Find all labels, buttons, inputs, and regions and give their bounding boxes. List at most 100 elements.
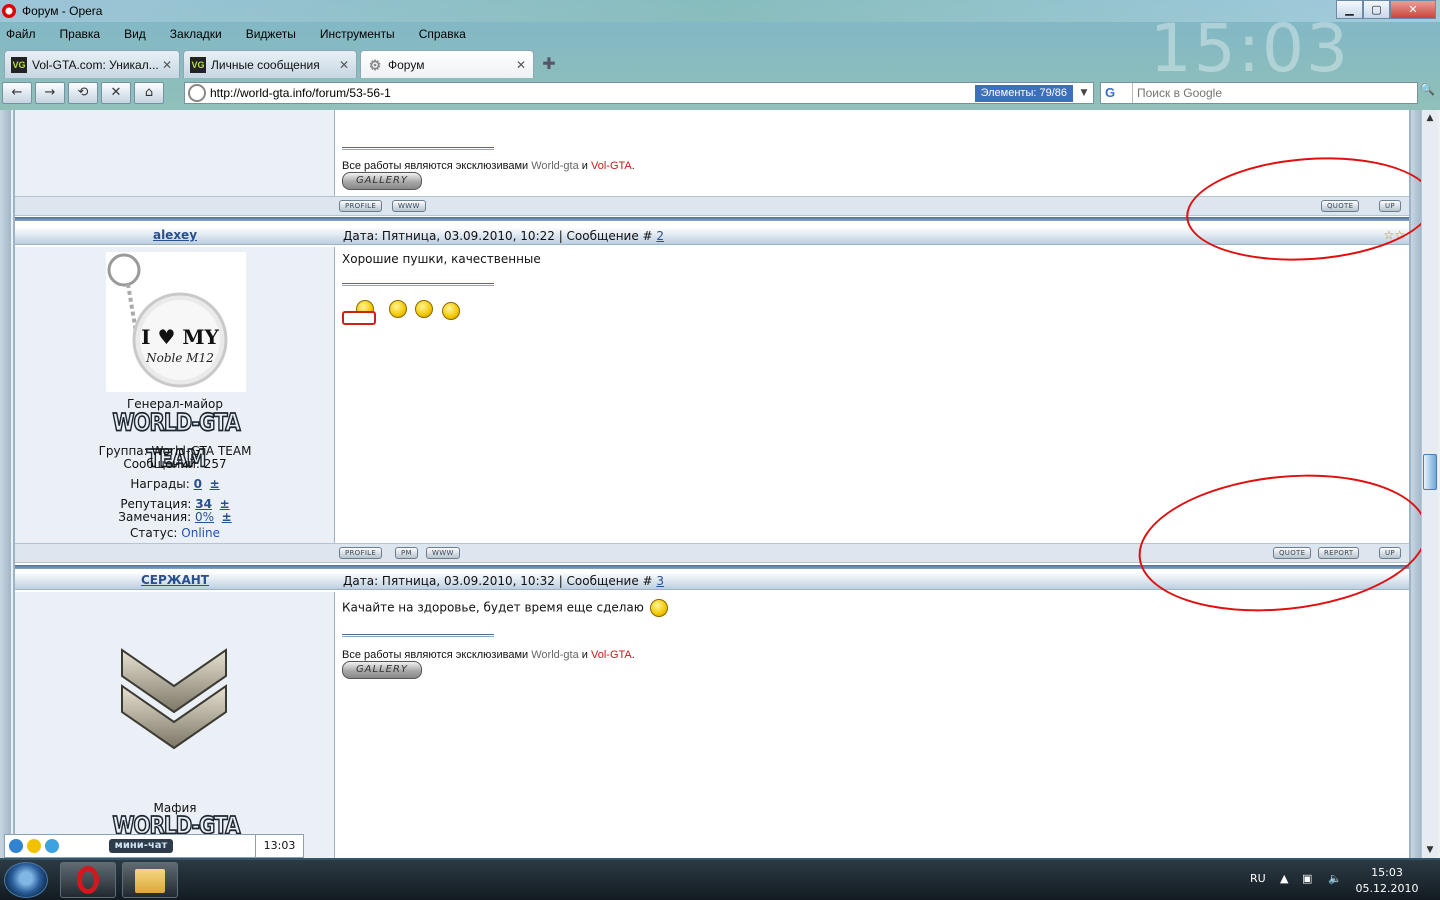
post1-number-link[interactable]: 2	[656, 229, 664, 243]
chat-bubble-icon[interactable]	[45, 839, 59, 853]
post2-avatar-sergeant-chevrons	[121, 648, 227, 750]
post1-text: Хорошие пушки, качественные	[342, 252, 541, 266]
awards-link[interactable]: 0	[194, 477, 202, 491]
www-button[interactable]: WWW	[392, 200, 426, 212]
post2-date: Дата: Пятница, 03.09.2010, 10:32 | Сообщ…	[343, 574, 665, 588]
signature-separator	[342, 283, 494, 286]
google-icon[interactable]: G	[1101, 83, 1133, 103]
stop-button[interactable]: ✕	[101, 82, 131, 104]
reputation-plus-button[interactable]: ±	[220, 497, 230, 511]
pm-button[interactable]: PM	[395, 547, 418, 559]
refresh-icon[interactable]	[9, 839, 23, 853]
forward-button[interactable]: →	[35, 82, 65, 104]
drum-kit-icon	[342, 311, 376, 325]
post1-warnings: Замечания: 0% ±	[118, 510, 232, 524]
smiley-icon[interactable]	[27, 839, 41, 853]
menu-widgets[interactable]: Виджеты	[246, 27, 296, 41]
taskbar-explorer[interactable]	[122, 862, 178, 898]
back-button[interactable]: ←	[2, 82, 32, 104]
singer-smiley-icon	[415, 300, 433, 318]
post1-user-cell: I ♥ MY Noble M12 Генерал-майор WORLD-GTA…	[15, 247, 335, 543]
post2-content-cell: Качайте на здоровье, будет время еще сде…	[336, 592, 1409, 858]
maximize-button[interactable]: ▢	[1363, 0, 1390, 19]
menu-tools[interactable]: Инструменты	[320, 27, 395, 41]
tab-label: Vol-GTA.com: Уникал...	[32, 57, 159, 72]
post1-avatar: I ♥ MY Noble M12	[106, 252, 246, 392]
post2-number-link[interactable]: 3	[656, 574, 664, 588]
navigation-bar: ← → ⟲ ✕ ⌂ http://world-gta.info/forum/53…	[0, 80, 1440, 106]
post2-author-nick[interactable]: СЕРЖАНТ	[15, 573, 335, 587]
signature-separator	[342, 634, 494, 637]
window-title: Форум - Opera	[22, 4, 103, 18]
address-dropdown-icon[interactable]: ▼	[1077, 85, 1091, 102]
rewind-button[interactable]: ⟲	[68, 82, 98, 104]
gear-icon: ⚙	[368, 56, 382, 73]
tab-forum[interactable]: ⚙ Форум ✕	[360, 50, 534, 78]
language-indicator[interactable]: RU	[1250, 872, 1266, 885]
tab-vol-gta[interactable]: VG Vol-GTA.com: Уникал... ✕	[4, 50, 180, 78]
tab-close-icon[interactable]: ✕	[161, 58, 173, 72]
clock-time: 15:03	[1371, 866, 1403, 879]
system-clock[interactable]: 15:03 05.12.2010	[1352, 865, 1422, 897]
menu-bar: Файл Правка Вид Закладки Виджеты Инструм…	[0, 22, 1440, 46]
address-url: http://world-gta.info/forum/53-56-1	[210, 86, 391, 100]
tab-private-messages[interactable]: VG Личные сообщения ✕	[183, 50, 357, 78]
mini-chat-panel: мини-чат 13:03	[4, 834, 304, 858]
profile-button[interactable]: PROFILE	[339, 200, 383, 212]
new-tab-icon[interactable]: ✚	[540, 55, 558, 73]
scroll-down-icon[interactable]: ▼	[1422, 842, 1438, 858]
scrollbar-thumb[interactable]	[1423, 454, 1437, 490]
tab-close-icon[interactable]: ✕	[338, 58, 350, 72]
team-logo: WORLD-GTA TEAM	[112, 407, 242, 473]
menu-file[interactable]: Файл	[6, 27, 36, 41]
post1-author-nick[interactable]: alexey	[15, 228, 335, 242]
post2-signature: Все работы являются эксклюзивами World-g…	[342, 649, 635, 661]
page-rail-left	[0, 110, 11, 858]
status-online: Online	[181, 526, 220, 540]
search-icon[interactable]: 🔍	[1420, 82, 1438, 102]
mini-chat-label[interactable]: мини-чат	[109, 839, 173, 853]
post1-status: Статус: Online	[130, 526, 220, 540]
warnings-link[interactable]: 0%	[195, 510, 214, 524]
bassist-smiley-icon	[442, 302, 460, 320]
address-bar[interactable]: http://world-gta.info/forum/53-56-1 Элем…	[184, 82, 1094, 104]
search-input[interactable]	[1137, 86, 1407, 100]
menu-edit[interactable]: Правка	[60, 27, 101, 41]
profile-button[interactable]: PROFILE	[339, 547, 383, 559]
menu-view[interactable]: Вид	[124, 27, 146, 41]
warnings-plus-button[interactable]: ±	[222, 510, 232, 524]
show-hidden-icons-icon[interactable]: ▲	[1280, 872, 1288, 885]
post1-message-count: Сообщений: 257	[123, 457, 227, 471]
mini-chat-time: 13:03	[255, 835, 303, 857]
home-button[interactable]: ⌂	[134, 82, 164, 104]
post2-text: Качайте на здоровье, будет время еще сде…	[342, 599, 668, 617]
wink-smiley-icon	[649, 599, 668, 617]
window-controls: ▁ ▢ ✕	[1336, 0, 1436, 19]
network-icon[interactable]: ▣	[1302, 872, 1312, 885]
site-info-icon[interactable]	[188, 84, 206, 102]
taskbar	[0, 860, 1440, 900]
page-viewport: Все работы являются эксклюзивами World-g…	[0, 110, 1440, 858]
taskbar-opera[interactable]	[60, 862, 116, 898]
menu-bookmarks[interactable]: Закладки	[170, 27, 222, 41]
folder-icon	[135, 869, 165, 893]
awards-plus-button[interactable]: ±	[210, 477, 220, 491]
post0-user-cell	[15, 110, 335, 196]
menu-help[interactable]: Справка	[419, 27, 466, 41]
post2-user-cell: Мафия WORLD-GTA TEAM	[15, 592, 335, 858]
gallery-button[interactable]: GALLERY	[342, 172, 422, 190]
www-button[interactable]: WWW	[426, 547, 460, 559]
reputation-link[interactable]: 34	[195, 497, 212, 511]
volume-icon[interactable]: 🔈	[1328, 872, 1342, 885]
tab-close-icon[interactable]: ✕	[515, 58, 527, 72]
clock-date: 05.12.2010	[1355, 882, 1419, 895]
avatar-text-line1: I ♥ MY	[141, 325, 219, 349]
post1-awards: Награды: 0 ±	[130, 477, 220, 491]
guitarist-smiley-icon	[389, 300, 407, 318]
vertical-scrollbar[interactable]: ▲ ▼	[1421, 110, 1438, 858]
close-button[interactable]: ✕	[1390, 0, 1436, 19]
scroll-up-icon[interactable]: ▲	[1422, 110, 1438, 126]
gallery-button[interactable]: GALLERY	[342, 661, 422, 679]
post1-date: Дата: Пятница, 03.09.2010, 10:22 | Сообщ…	[343, 229, 665, 243]
start-button[interactable]	[4, 862, 48, 898]
